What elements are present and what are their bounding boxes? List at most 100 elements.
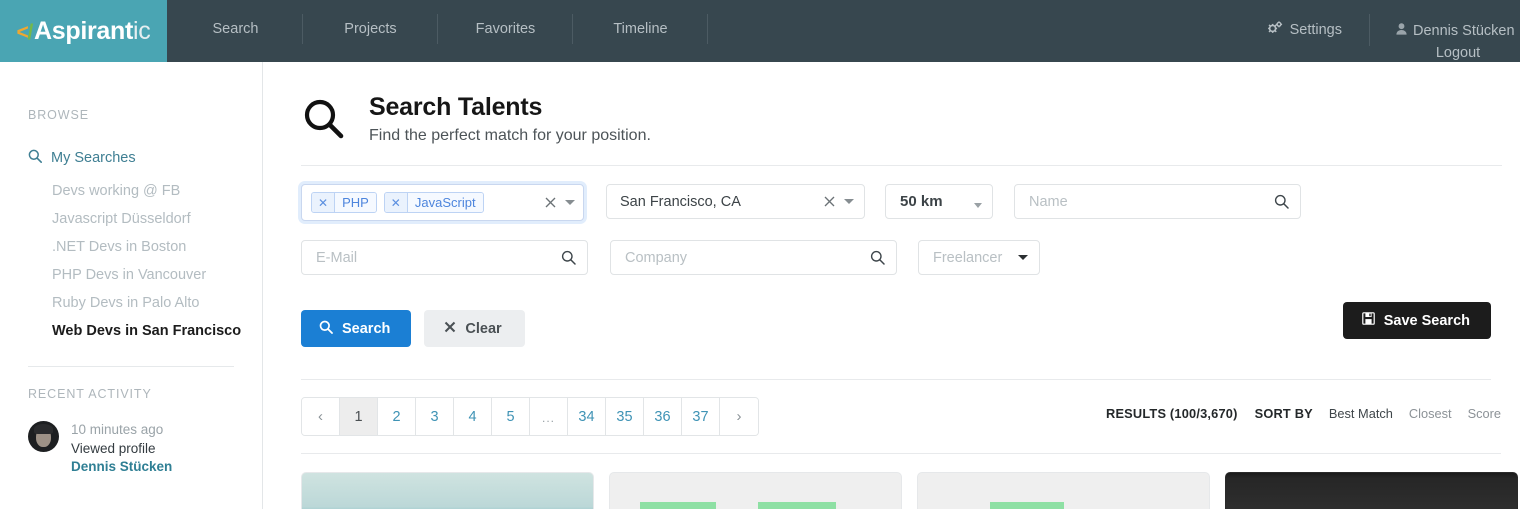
freelancer-placeholder: Freelancer [933,249,1003,266]
user-menu: Dennis Stücken Logout [1370,20,1520,64]
logo-slash-icon: / [27,20,34,44]
pagination-page[interactable]: 37 [682,398,720,435]
pagination-page[interactable]: 3 [416,398,454,435]
pagination-page[interactable]: 2 [378,398,416,435]
radius-select[interactable]: 50 km [885,184,993,219]
form-actions: Search Clear Save Search [263,275,1520,347]
magnifier-icon [301,97,347,143]
save-search-button[interactable]: Save Search [1342,302,1491,339]
save-search-button-label: Save Search [1383,312,1470,329]
nav-item-projects[interactable]: Projects [303,14,438,44]
nav-item-search[interactable]: Search [168,14,303,44]
nav-label: Search [212,21,259,37]
clear-x-icon[interactable] [824,196,835,207]
main-content: Search Talents Find the perfect match fo… [263,62,1520,509]
location-value: San Francisco, CA [620,193,741,210]
logo-name: Aspirant [34,16,134,45]
sort-controls: RESULTS (100/3,670) SORT BY Best Match C… [1106,406,1501,421]
pagination-page[interactable]: 5 [492,398,530,435]
page-title: Search Talents [369,93,543,121]
result-card[interactable] [1225,472,1518,509]
saved-search-item[interactable]: Devs working @ FB [52,177,262,205]
nav-item-timeline[interactable]: Timeline [573,14,708,44]
sort-option-best-match[interactable]: Best Match [1329,406,1393,421]
caret-down-icon[interactable] [1018,255,1028,260]
search-button-label: Search [342,320,391,337]
chevron-down-icon[interactable] [565,200,575,205]
pagination-page[interactable]: 34 [568,398,606,435]
logout-link[interactable]: Logout [1396,42,1520,64]
logo[interactable]: < / Aspirant ic [0,0,167,62]
clear-x-icon[interactable] [545,197,556,208]
pagination: ‹ 1 2 3 4 5 ... 34 35 36 37 › [301,397,759,436]
activity-person-link[interactable]: Dennis Stücken [71,458,172,477]
skill-tag-label: JavaScript [407,193,483,212]
saved-search-item[interactable]: PHP Devs in Vancouver [52,261,262,289]
remove-tag-icon[interactable]: ✕ [312,193,336,212]
pagination-page[interactable]: 36 [644,398,682,435]
page-subtitle: Find the perfect match for your position… [369,127,651,144]
search-icon[interactable] [1274,194,1289,209]
top-navigation-bar: < / Aspirant ic Search Projects Favorites T… [0,0,1520,62]
saved-search-item-active[interactable]: Web Devs in San Francisco [52,317,262,345]
results-count: RESULTS (100/3,670) [1106,406,1238,421]
location-input[interactable]: San Francisco, CA [606,184,865,219]
user-icon [1396,20,1407,42]
pagination-page[interactable]: 4 [454,398,492,435]
saved-search-item[interactable]: Javascript Düsseldorf [52,205,262,233]
name-input[interactable]: Name [1014,184,1301,219]
my-searches-label: My Searches [51,150,136,166]
company-input[interactable]: Company [610,240,897,275]
results-toolbar: ‹ 1 2 3 4 5 ... 34 35 36 37 › RESULTS (1… [263,380,1520,436]
main-nav: Search Projects Favorites Timeline [168,0,708,62]
email-input[interactable]: E-Mail [301,240,588,275]
nav-item-favorites[interactable]: Favorites [438,14,573,44]
recent-activity-heading: RECENT ACTIVITY [28,387,152,401]
saved-search-list: Devs working @ FB Javascript Düsseldorf … [0,167,262,345]
user-name-button[interactable]: Dennis Stücken [1396,20,1520,42]
app-root: < / Aspirant ic Search Projects Favorites T… [0,0,1520,509]
user-name-label: Dennis Stücken [1413,23,1515,39]
floppy-disk-icon [1361,312,1375,329]
remove-tag-icon[interactable]: ✕ [384,193,408,212]
sidebar: BROWSE My Searches Devs working @ FB Jav… [0,62,263,509]
saved-search-item[interactable]: Ruby Devs in Palo Alto [52,289,262,317]
search-button[interactable]: Search [301,310,412,347]
pagination-page-active[interactable]: 1 [340,398,378,435]
cogs-icon [1267,20,1283,40]
activity-action: Viewed profile [71,440,156,456]
logo-name-tail: ic [133,16,151,45]
sort-option-score[interactable]: Score [1468,406,1501,421]
activity-text: 10 minutes ago Viewed profile Dennis Stü… [71,421,172,477]
activity-item[interactable]: 10 minutes ago Viewed profile Dennis Stü… [0,401,262,477]
search-form-row-1: ✕ PHP ✕ JavaScript San Francisco, CA 50 … [263,166,1520,221]
settings-button[interactable]: Settings [1267,14,1371,46]
name-placeholder: Name [1029,193,1068,210]
company-placeholder: Company [625,249,688,266]
search-icon[interactable] [561,250,576,265]
nav-label: Favorites [475,21,536,37]
freelancer-select[interactable]: Freelancer [918,240,1040,275]
chevron-down-icon[interactable] [974,202,982,208]
saved-search-item[interactable]: .NET Devs in Boston [52,233,262,261]
skill-tag[interactable]: ✕ PHP [311,192,377,213]
skill-tag[interactable]: ✕ JavaScript [383,192,484,213]
sort-option-closest[interactable]: Closest [1409,406,1452,421]
pagination-prev[interactable]: ‹ [302,398,340,435]
search-form-row-2: E-Mail Company Freelancer [263,221,1520,275]
result-card[interactable] [609,472,902,509]
x-icon [444,321,456,337]
skills-input[interactable]: ✕ PHP ✕ JavaScript [301,184,584,221]
chevron-down-icon[interactable] [844,199,854,204]
result-card[interactable] [917,472,1210,509]
page-header: Search Talents Find the perfect match fo… [263,62,1520,147]
pagination-page[interactable]: 35 [606,398,644,435]
clear-button[interactable]: Clear [424,310,525,347]
result-card[interactable] [301,472,594,509]
pagination-next[interactable]: › [720,398,758,435]
avatar [28,421,59,452]
search-icon[interactable] [870,250,885,265]
sidebar-item-my-searches[interactable]: My Searches [0,122,262,167]
settings-label: Settings [1289,22,1342,38]
